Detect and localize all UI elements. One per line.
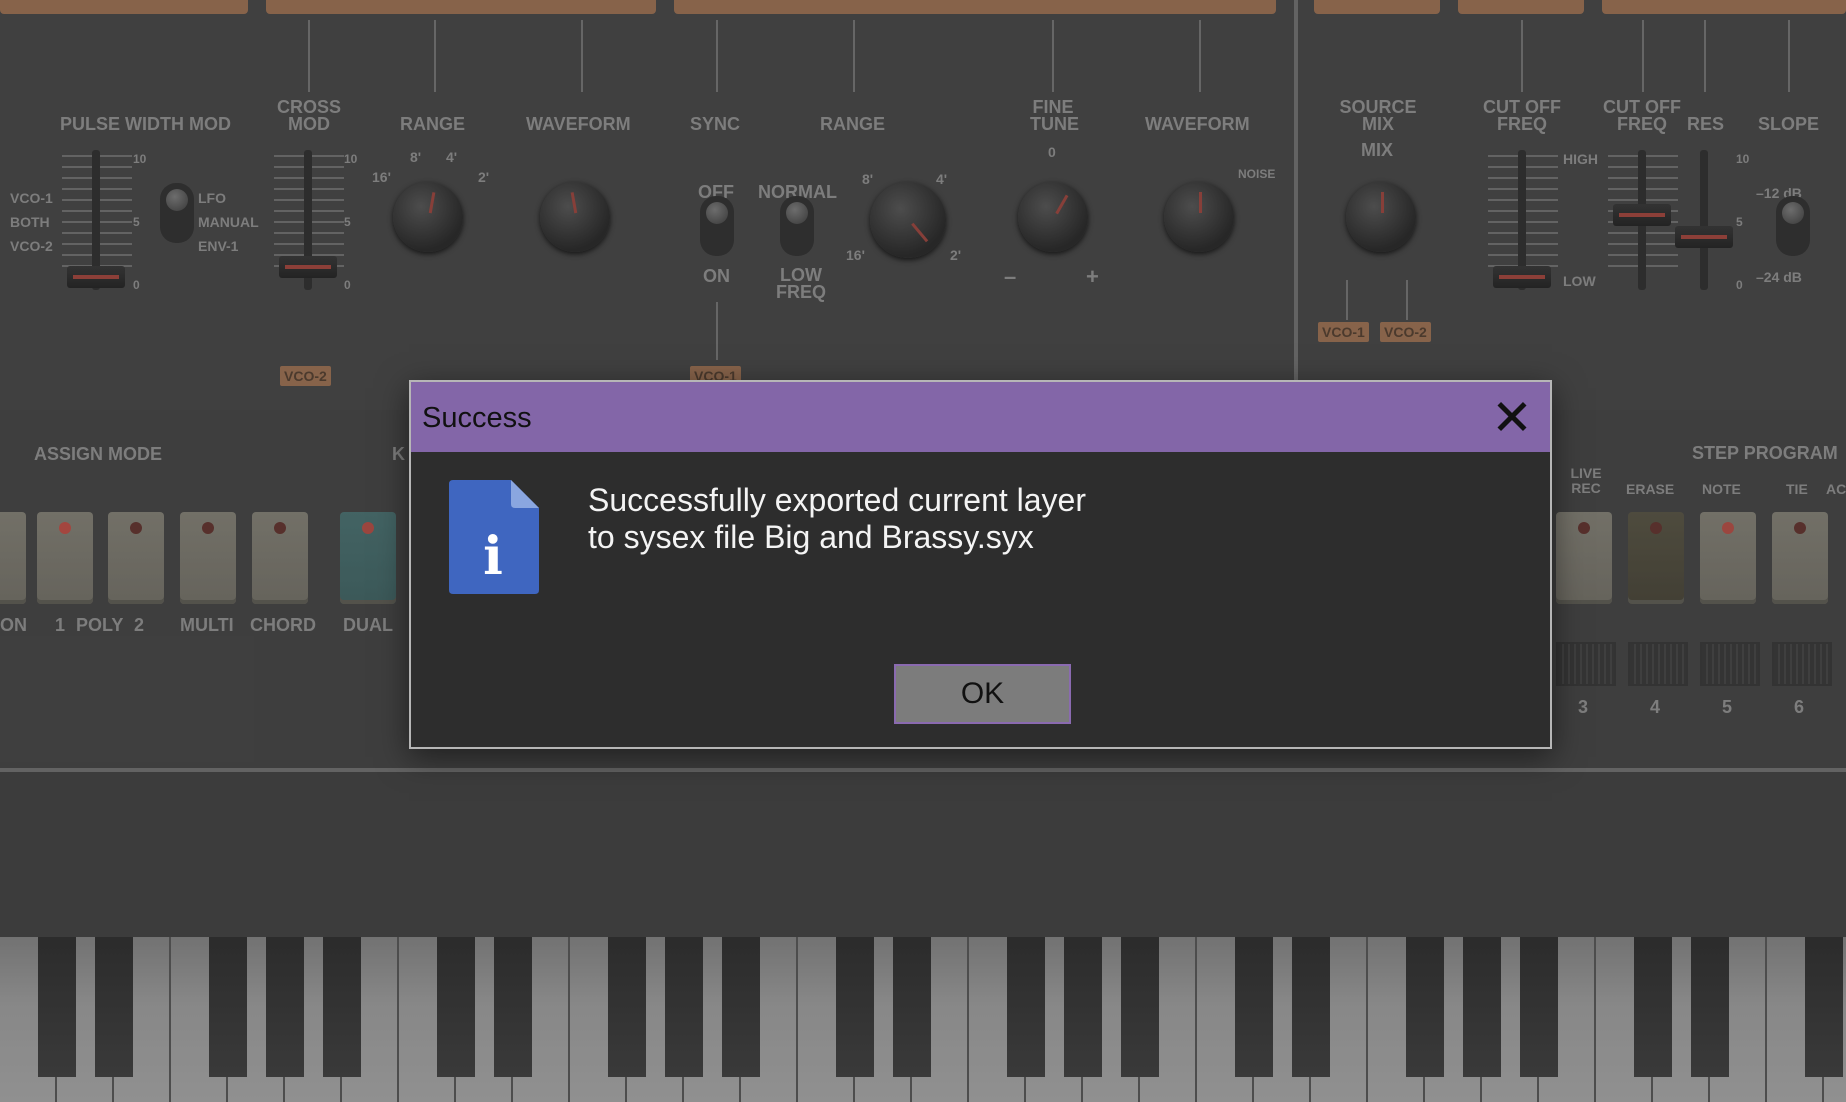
dialog-title-bar: Success: [411, 382, 1550, 452]
close-icon[interactable]: [1492, 396, 1532, 436]
dialog-message: Successfully exported current layer to s…: [588, 482, 1086, 556]
success-dialog: Success i Successfully exported current …: [409, 380, 1552, 749]
info-document-icon: i: [449, 480, 539, 594]
message-line-2: to sysex file Big and Brassy.syx: [588, 519, 1034, 555]
ok-button[interactable]: OK: [894, 664, 1071, 724]
info-icon-letter: i: [483, 526, 503, 587]
message-line-1: Successfully exported current layer: [588, 482, 1086, 518]
dialog-title: Success: [422, 402, 532, 434]
